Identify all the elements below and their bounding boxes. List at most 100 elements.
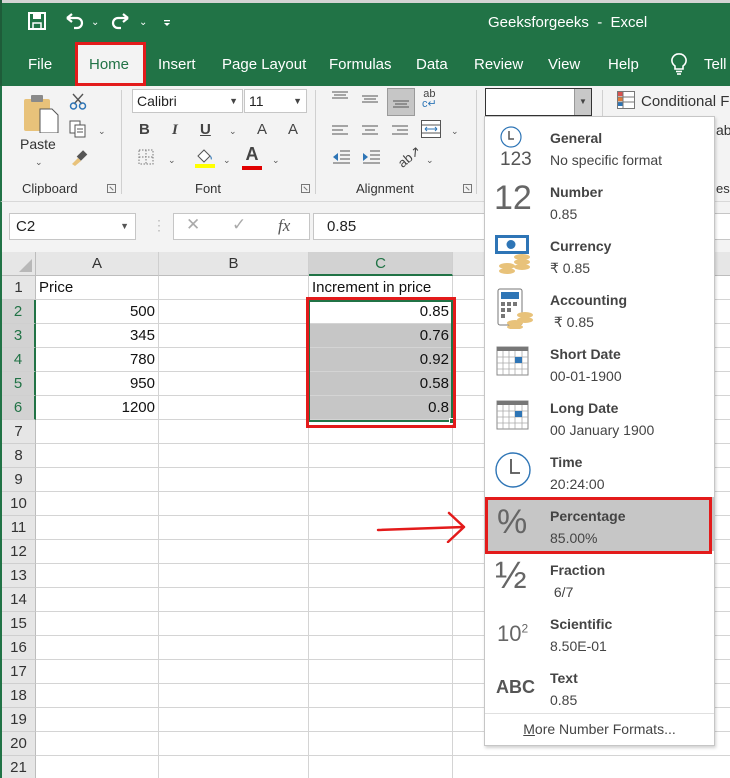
format-item-scientific[interactable]: 102 Scientific 8.50E-01 [485,605,714,659]
copy-dropdown-icon[interactable]: ⌄ [98,126,106,137]
paste-dropdown-icon[interactable]: ⌄ [35,157,43,168]
row-header[interactable]: 9 [2,468,36,492]
row-header[interactable]: 3 [2,324,36,348]
row-header[interactable]: 16 [2,636,36,660]
cell-b3[interactable] [159,324,309,348]
conditional-formatting-button[interactable]: Conditional Fo [641,93,730,110]
cell-c6[interactable]: 0.8 [309,396,453,420]
bottom-align-button[interactable] [387,88,415,116]
cell-b7[interactable] [159,420,309,444]
cell-c9[interactable] [309,468,453,492]
font-color-dropdown-icon[interactable]: ⌄ [272,155,280,166]
cell-b9[interactable] [159,468,309,492]
tab-review[interactable]: Review [474,56,523,73]
lightbulb-icon[interactable] [671,53,687,79]
format-item-currency[interactable]: Currency ₹ 0.85 [485,227,714,281]
cell-a14[interactable] [36,588,159,612]
cell-a4[interactable]: 780 [36,348,159,372]
cell-b16[interactable] [159,636,309,660]
cell-b21[interactable] [159,756,309,778]
row-header[interactable]: 2 [2,300,36,324]
row-header[interactable]: 1 [2,276,36,300]
tab-insert[interactable]: Insert [158,56,196,73]
enter-icon[interactable]: ✓ [232,215,246,235]
cell-a13[interactable] [36,564,159,588]
tab-data[interactable]: Data [416,56,448,73]
alignment-launcher-icon[interactable] [463,184,472,193]
font-color-icon[interactable]: A [242,144,262,170]
row-header[interactable]: 6 [2,396,36,420]
format-item-fraction[interactable]: ½ Fraction 6/7 [485,551,714,605]
cell-b19[interactable] [159,708,309,732]
number-format-dropdown-button[interactable]: ▼ [574,89,591,115]
align-right-icon[interactable] [392,123,408,143]
shrink-font-button[interactable]: A [288,120,298,140]
cell-d21[interactable] [453,756,730,778]
column-header-b[interactable]: B [159,252,309,276]
top-align-icon[interactable] [332,89,348,109]
borders-icon[interactable] [138,149,154,171]
column-header-a[interactable]: A [36,252,159,276]
row-header[interactable]: 15 [2,612,36,636]
fill-color-dropdown-icon[interactable]: ⌄ [223,155,231,166]
cell-c4[interactable]: 0.92 [309,348,453,372]
undo-icon[interactable] [64,12,84,35]
cell-b1[interactable] [159,276,309,300]
formula-bar-grip-icon[interactable]: ⋮ [152,217,166,234]
cell-a12[interactable] [36,540,159,564]
cell-b13[interactable] [159,564,309,588]
format-as-table-button[interactable]: ab [716,122,730,138]
more-number-formats-link[interactable]: More Number Formats... [485,713,714,746]
cell-b12[interactable] [159,540,309,564]
row-header[interactable]: 19 [2,708,36,732]
insert-function-icon[interactable]: fx [278,216,290,236]
row-header[interactable]: 14 [2,588,36,612]
name-box[interactable]: C2 ▼ [9,213,136,240]
cell-a11[interactable] [36,516,159,540]
cell-b14[interactable] [159,588,309,612]
row-header[interactable]: 18 [2,684,36,708]
underline-button[interactable]: U [200,120,211,140]
cell-a8[interactable] [36,444,159,468]
cut-icon[interactable] [68,92,88,116]
chevron-down-icon[interactable]: ▼ [120,214,129,239]
cell-c12[interactable] [309,540,453,564]
row-header[interactable]: 7 [2,420,36,444]
copy-icon[interactable] [68,120,88,144]
chevron-down-icon[interactable]: ▼ [293,90,302,112]
cell-c15[interactable] [309,612,453,636]
cell-b17[interactable] [159,660,309,684]
conditional-formatting-icon[interactable] [617,91,635,115]
row-header[interactable]: 21 [2,756,36,778]
format-item-time[interactable]: Time 20:24:00 [485,443,714,497]
fill-color-icon[interactable] [194,146,216,174]
format-item-short-date[interactable]: Short Date 00-01-1900 [485,335,714,389]
row-header[interactable]: 4 [2,348,36,372]
cell-a19[interactable] [36,708,159,732]
tell-me-search[interactable]: Tell [704,56,727,73]
cell-b11[interactable] [159,516,309,540]
cell-b15[interactable] [159,612,309,636]
format-item-long-date[interactable]: Long Date 00 January 1900 [485,389,714,443]
row-header[interactable]: 17 [2,660,36,684]
align-left-icon[interactable] [332,123,348,143]
number-format-combo[interactable]: ▼ [485,88,592,116]
cell-b5[interactable] [159,372,309,396]
cell-b4[interactable] [159,348,309,372]
chevron-down-icon[interactable]: ▼ [229,90,238,112]
row-header[interactable]: 5 [2,372,36,396]
cell-a2[interactable]: 500 [36,300,159,324]
customize-qat-icon[interactable] [163,14,171,36]
cell-b10[interactable] [159,492,309,516]
cell-a9[interactable] [36,468,159,492]
format-item-accounting[interactable]: Accounting ₹ 0.85 [485,281,714,335]
tab-help[interactable]: Help [608,56,639,73]
cell-c3[interactable]: 0.76 [309,324,453,348]
clipboard-launcher-icon[interactable] [107,184,116,193]
cell-a3[interactable]: 345 [36,324,159,348]
cancel-icon[interactable]: ✕ [186,215,200,235]
grow-font-button[interactable]: A [257,120,267,140]
paste-button[interactable]: Paste [20,136,56,152]
cell-c2[interactable]: 0.85 [309,300,453,324]
bold-button[interactable]: B [139,120,150,140]
